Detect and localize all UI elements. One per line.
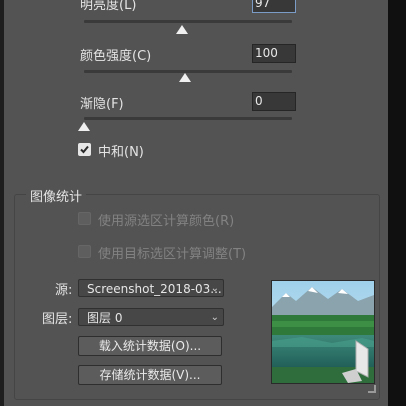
use-source-selection-checkbox[interactable] [78,212,91,225]
chevron-down-icon: ⌄ [210,283,219,294]
layer-label: 图层: [42,312,73,327]
color-intensity-input[interactable]: 100 [252,44,296,63]
save-statistics-button[interactable]: 存储统计数据(V)... [78,365,222,385]
match-color-panel: 明亮度(L) 97 颜色强度(C) 100 渐隐(F) 0 中和(N) 图像统计… [4,0,388,406]
luminance-label: 明亮度(L) [80,0,137,13]
fade-slider-track[interactable] [84,117,292,120]
fade-slider-thumb[interactable] [78,122,90,131]
luminance-input[interactable]: 97 [252,0,296,13]
landscape-thumbnail-image [272,281,374,383]
neutralize-label: 中和(N) [98,145,144,160]
luminance-slider-thumb[interactable] [176,25,188,34]
load-statistics-button[interactable]: 载入统计数据(O)... [78,336,222,356]
use-target-selection-label: 使用目标选区计算调整(T) [98,247,247,262]
layer-select[interactable]: 图层 0 ⌄ [78,308,224,326]
color-intensity-slider-thumb[interactable] [179,73,191,82]
source-select[interactable]: Screenshot_2018-03... ⌄ [78,279,224,297]
neutralize-checkbox[interactable] [78,143,91,156]
source-label: 源: [55,283,73,298]
source-preview-thumbnail [271,280,375,384]
check-icon [80,145,89,154]
chevron-down-icon: ⌄ [210,312,219,323]
fade-input[interactable]: 0 [252,92,296,111]
window-edge [388,0,406,406]
use-target-selection-checkbox[interactable] [78,245,91,258]
color-intensity-label: 颜色强度(C) [80,49,152,64]
fade-label: 渐隐(F) [80,97,124,112]
layer-select-value: 图层 0 [87,311,123,325]
use-source-selection-label: 使用源选区计算颜色(R) [98,214,235,229]
luminance-slider-track[interactable] [84,20,292,23]
source-select-value: Screenshot_2018-03... [87,282,222,296]
resize-grip-icon[interactable] [368,385,376,393]
image-statistics-title: 图像统计 [26,186,87,205]
